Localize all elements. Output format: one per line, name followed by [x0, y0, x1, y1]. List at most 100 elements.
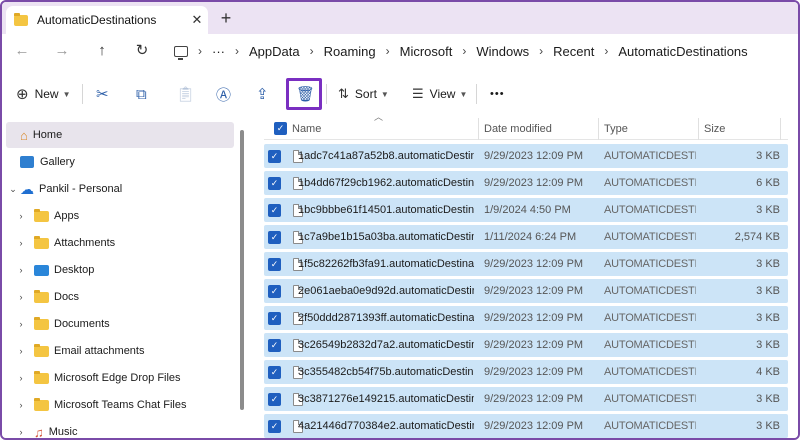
chevron-right-icon[interactable]: › [14, 400, 28, 410]
column-name[interactable]: Name [292, 123, 321, 135]
sidebar-item-music[interactable]: › ♫ Music [6, 419, 234, 439]
close-tab-icon[interactable]: ✕ [186, 12, 208, 28]
rename-icon: Ⓐ [216, 86, 232, 104]
chevron-down-icon[interactable]: ⌄ [6, 184, 20, 195]
table-row[interactable]: ✓ 3c355482cb54f75b.automaticDestinations… [264, 360, 788, 384]
table-row[interactable]: ✓ 1adc7c41a87a52b8.automaticDestinations… [264, 144, 788, 168]
view-icon: ☰ [412, 86, 424, 101]
row-checkbox[interactable]: ✓ [268, 311, 281, 325]
forward-button[interactable]: → [52, 41, 72, 61]
file-type: AUTOMATICDESTINATIONS-MS [604, 177, 696, 189]
view-button[interactable]: ☰ View ▼ [412, 82, 467, 106]
chevron-right-icon[interactable]: › [14, 427, 28, 437]
row-checkbox[interactable]: ✓ [268, 149, 281, 163]
chevron-right-icon[interactable]: › [14, 265, 28, 275]
file-date: 9/29/2023 12:09 PM [484, 177, 584, 189]
row-checkbox[interactable]: ✓ [268, 257, 281, 271]
row-checkbox[interactable]: ✓ [268, 419, 281, 433]
row-checkbox[interactable]: ✓ [268, 176, 281, 190]
sidebar-item-edge-drop-files[interactable]: › Microsoft Edge Drop Files [6, 365, 234, 391]
more-icon: ••• [490, 88, 505, 100]
breadcrumb-roaming[interactable]: Roaming [324, 44, 376, 59]
breadcrumb-automaticdestinations[interactable]: AutomaticDestinations [618, 44, 747, 59]
select-all-checkbox[interactable]: ✓ [274, 122, 287, 135]
table-row[interactable]: ✓ 2f50ddd2871393ff.automaticDestinations… [264, 306, 788, 330]
table-row[interactable]: ✓ 2e061aeba0e9d92d.automaticDestinations… [264, 279, 788, 303]
column-type[interactable]: Type [604, 123, 628, 135]
chevron-right-icon[interactable]: › [14, 211, 28, 221]
new-tab-button[interactable]: + [216, 9, 236, 29]
column-date-modified[interactable]: Date modified [484, 123, 552, 135]
sidebar-item-documents[interactable]: › Documents [6, 311, 234, 337]
column-divider[interactable] [478, 118, 479, 140]
chevron-right-icon[interactable]: › [14, 238, 28, 248]
file-name: 3c3871276e149215.automaticDestinations-m… [298, 393, 474, 405]
column-header-row: ✓ Name ︿ Date modified Type Size [264, 112, 788, 140]
breadcrumb-recent[interactable]: Recent [553, 44, 594, 59]
new-label: New [34, 87, 59, 101]
clipboard-icon: 📋︎ [176, 86, 196, 103]
table-row[interactable]: ✓ 3c3871276e149215.automaticDestinations… [264, 387, 788, 411]
column-divider[interactable] [598, 118, 599, 140]
file-type: AUTOMATICDESTINATIONS-MS [604, 312, 696, 324]
sidebar-item-gallery[interactable]: Gallery [6, 149, 234, 175]
back-button[interactable]: ← [12, 41, 32, 61]
more-options-button[interactable]: ••• [490, 82, 505, 106]
chevron-right-icon[interactable]: › [14, 346, 28, 356]
cut-button[interactable]: ✂ [96, 82, 109, 106]
row-checkbox[interactable]: ✓ [268, 338, 281, 352]
sidebar-item-email-attachments[interactable]: › Email attachments [6, 338, 234, 364]
up-button[interactable]: ↑ [92, 41, 112, 61]
breadcrumb-appdata[interactable]: AppData [249, 44, 300, 59]
sidebar-item-onedrive[interactable]: ⌄ ☁ Pankil - Personal [6, 176, 234, 202]
row-checkbox[interactable]: ✓ [268, 284, 281, 298]
row-checkbox[interactable]: ✓ [268, 365, 281, 379]
navigation-scrollbar[interactable] [240, 130, 244, 410]
tab-automaticdestinations[interactable]: AutomaticDestinations ✕ [6, 6, 208, 34]
refresh-button[interactable]: ↻ [132, 41, 152, 61]
table-row[interactable]: ✓ 1c7a9be1b15a03ba.automaticDestinations… [264, 225, 788, 249]
chevron-right-icon[interactable]: › [14, 319, 28, 329]
chevron-right-icon: › [198, 44, 202, 58]
breadcrumb-windows[interactable]: Windows [476, 44, 529, 59]
table-row[interactable]: ✓ 1b4dd67f29cb1962.automaticDestinations… [264, 171, 788, 195]
sort-button[interactable]: ⇅ Sort ▼ [338, 82, 389, 106]
row-checkbox[interactable]: ✓ [268, 392, 281, 406]
breadcrumb[interactable]: › ··· › AppData › Roaming › Microsoft › … [170, 40, 748, 62]
sidebar-item-label: Home [32, 129, 63, 141]
share-button[interactable]: ⇪ [256, 82, 269, 106]
chevron-right-icon[interactable]: › [14, 292, 28, 302]
folder-icon [34, 316, 49, 330]
file-name: 1adc7c41a87a52b8.automaticDestinations-m… [298, 150, 474, 162]
sidebar-item-apps[interactable]: › Apps [6, 203, 234, 229]
column-divider[interactable] [780, 118, 781, 140]
chevron-right-icon: › [235, 44, 239, 58]
table-row[interactable]: ✓ 4a21446d770384e2.automaticDestinations… [264, 414, 788, 438]
table-row[interactable]: ✓ 1f5c82262fb3fa91.automaticDestinations… [264, 252, 788, 276]
row-checkbox[interactable]: ✓ [268, 230, 281, 244]
chevron-right-icon[interactable]: › [14, 373, 28, 383]
folder-icon [34, 370, 49, 384]
copy-button[interactable]: ⧉ [136, 82, 147, 106]
paste-button[interactable]: 📋︎ [176, 82, 195, 106]
new-button[interactable]: ⊕ New ▼ [16, 82, 71, 106]
file-type: AUTOMATICDESTINATIONS-MS [604, 393, 696, 405]
column-size[interactable]: Size [704, 123, 725, 135]
file-size: 3 KB [756, 150, 780, 162]
chevron-right-icon: › [385, 44, 390, 58]
table-row[interactable]: ✓ 1bc9bbbe61f14501.automaticDestinations… [264, 198, 788, 222]
breadcrumb-more[interactable]: ··· [212, 44, 225, 59]
breadcrumb-microsoft[interactable]: Microsoft [400, 44, 453, 59]
rename-button[interactable]: Ⓐ [216, 82, 231, 106]
sidebar-item-attachments[interactable]: › Attachments [6, 230, 234, 256]
sidebar-item-home[interactable]: ⌂ Home [6, 122, 234, 148]
table-row[interactable]: ✓ 3c26549b2832d7a2.automaticDestinations… [264, 333, 788, 357]
sidebar-item-desktop[interactable]: › Desktop [6, 257, 234, 283]
sidebar-item-teams-chat-files[interactable]: › Microsoft Teams Chat Files [6, 392, 234, 418]
sidebar-item-label: Desktop [54, 264, 95, 276]
sidebar-item-label: Apps [54, 210, 80, 222]
sidebar-item-docs[interactable]: › Docs [6, 284, 234, 310]
column-divider[interactable] [698, 118, 699, 140]
this-pc-icon[interactable] [174, 45, 188, 60]
row-checkbox[interactable]: ✓ [268, 203, 281, 217]
